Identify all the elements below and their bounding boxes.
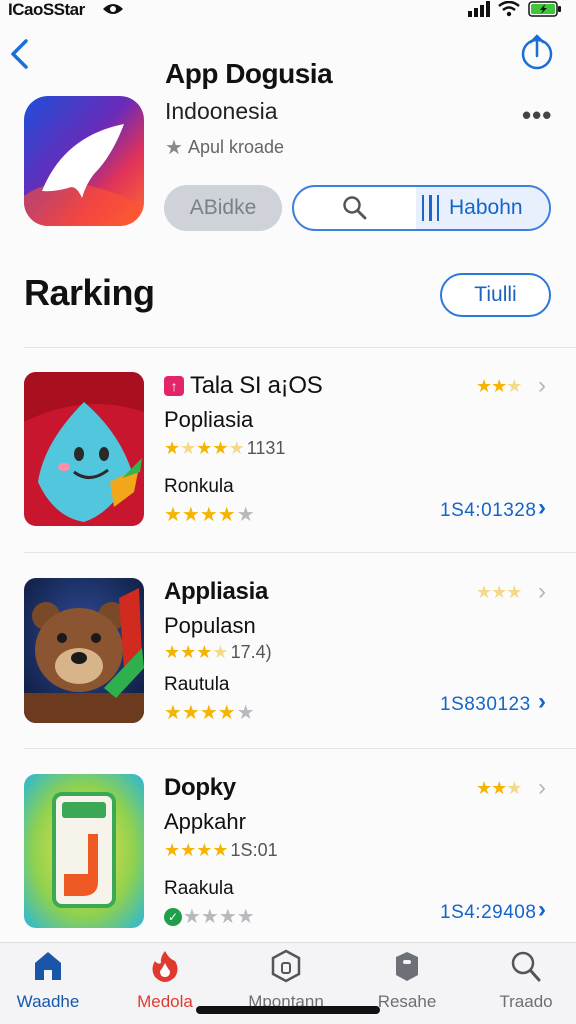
- app-row-name: Appliasia: [164, 578, 268, 606]
- divider: [24, 347, 576, 348]
- app-row-name-text: Dopky: [164, 774, 236, 801]
- divider: [24, 552, 576, 553]
- home-icon: [35, 952, 61, 980]
- search-icon: [511, 951, 541, 982]
- app-row-subtitle: Appkahr: [164, 809, 246, 834]
- list-item[interactable]: Dopky ★★★ › Appkahr ★★★★ 1S:01 Raakula ✓…: [0, 774, 576, 934]
- app-row-rating: ★★★★ 17.4): [164, 642, 272, 663]
- app-subtitle: Indoonesia: [165, 98, 278, 124]
- divider: [24, 748, 576, 749]
- app-row-count[interactable]: 1S830123: [440, 694, 531, 716]
- tab-search[interactable]: Traado: [476, 949, 576, 1012]
- app-row-name: ↑ Tala SI a¡OS: [164, 372, 323, 400]
- tab-featured[interactable]: Medola: [115, 949, 215, 1012]
- bars-icon: [422, 195, 439, 221]
- section-button[interactable]: Tiulli: [440, 273, 551, 317]
- app-meta: ★ Apul kroade: [165, 135, 284, 160]
- chevron-right-icon[interactable]: ›: [538, 578, 546, 606]
- segment-active[interactable]: Habohn: [416, 187, 549, 229]
- segmented-control: Habohn: [292, 185, 551, 231]
- get-button[interactable]: ABidke: [164, 185, 282, 231]
- star-icon: ★: [165, 137, 183, 159]
- chevron-right-icon[interactable]: ›: [538, 774, 546, 802]
- app-row-name: Dopky: [164, 774, 236, 802]
- hexagon-icon: [271, 949, 301, 983]
- app-row-name-text: Tala SI a¡OS: [190, 372, 323, 399]
- tab-home[interactable]: Waadhe: [0, 949, 98, 1012]
- app-row-stars: ★★★★ ★: [164, 702, 255, 724]
- rating-count: 1S:01: [230, 840, 278, 860]
- app-row-icon: [24, 578, 144, 723]
- app-badge-icon: ↑: [164, 376, 184, 396]
- app-row-count[interactable]: 1S4:01328: [440, 500, 536, 522]
- more-options-icon[interactable]: •••: [522, 100, 552, 131]
- tab-label: Waadhe: [16, 992, 80, 1011]
- back-chevron-icon[interactable]: [8, 38, 30, 70]
- app-row-subtitle: Populasn: [164, 613, 256, 638]
- list-item[interactable]: Appliasia ★★★ › Populasn ★★★★ 17.4) Raut…: [0, 578, 576, 738]
- app-row-name-text: Appliasia: [164, 578, 268, 605]
- section-title: Rarking: [24, 272, 155, 313]
- flame-icon: [152, 951, 178, 982]
- rating-stars: ★★★★★: [164, 438, 245, 458]
- app-row-label: Rautula: [164, 674, 230, 695]
- share-icon[interactable]: [520, 34, 554, 72]
- rating-count: 17.4): [230, 642, 272, 662]
- chevron-right-icon[interactable]: ›: [538, 688, 546, 716]
- app-row-stars: ★★★★ ★: [164, 504, 255, 526]
- app-row-rating: ★★★★★ 1131: [164, 438, 285, 459]
- chevron-right-icon[interactable]: ›: [538, 372, 546, 400]
- app-row-subtitle: Popliasia: [164, 407, 254, 432]
- app-row-label: Ronkula: [164, 476, 234, 497]
- app-title: App Dogusia: [165, 58, 333, 89]
- app-row-label: Raakula: [164, 878, 234, 899]
- tab-store[interactable]: Resahe: [357, 949, 457, 1012]
- check-icon: ✓: [164, 907, 182, 926]
- privacy-icon: [103, 4, 123, 14]
- chevron-right-icon[interactable]: ›: [538, 494, 546, 522]
- search-icon: [343, 196, 367, 220]
- list-item[interactable]: ↑ Tala SI a¡OS ★★★ › Popliasia ★★★★★ 113…: [0, 372, 576, 532]
- app-meta-text: Apul kroade: [187, 137, 285, 157]
- tab-label: Traado: [499, 992, 553, 1011]
- rating-stars: ★★★★: [164, 840, 229, 860]
- rating-stars: ★★★★: [164, 642, 229, 662]
- chevron-right-icon[interactable]: ›: [538, 896, 546, 924]
- carrier-label: ICaoSStar: [8, 0, 85, 19]
- app-row-rating: ★★★★ 1S:01: [164, 840, 278, 861]
- app-row-icon: [24, 372, 144, 526]
- app-icon: [24, 96, 144, 226]
- segment-label: Habohn: [449, 196, 523, 219]
- mini-rating: ★★★: [476, 778, 522, 798]
- signal-icon: [468, 1, 490, 17]
- home-indicator[interactable]: [196, 1006, 380, 1014]
- mini-rating: ★★★: [476, 582, 522, 602]
- app-row-stars: ✓ ★★★★: [164, 904, 255, 929]
- mini-rating: ★★★: [476, 376, 522, 396]
- tab-center[interactable]: Mpontann: [236, 949, 336, 1012]
- battery-icon: [528, 1, 561, 17]
- app-row-icon: [24, 774, 144, 928]
- status-bar: ICaoSStar: [0, 0, 576, 20]
- wifi-icon: [498, 1, 520, 17]
- bag-icon: [396, 952, 418, 981]
- rating-count: 1131: [246, 438, 286, 458]
- search-segment[interactable]: [294, 187, 416, 229]
- app-row-count[interactable]: 1S4:29408: [440, 902, 536, 924]
